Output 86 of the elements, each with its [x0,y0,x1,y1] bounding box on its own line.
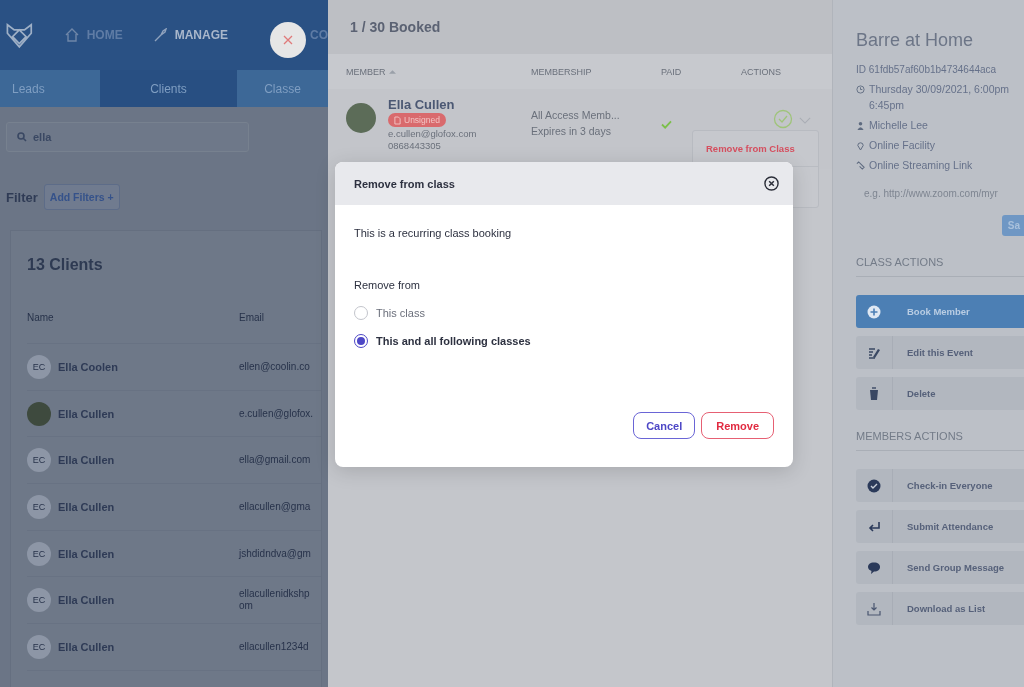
action-button[interactable]: Download as List [856,592,1024,625]
trash-icon [867,386,881,401]
link-icon [856,161,865,170]
house-icon [64,28,79,42]
client-name[interactable]: Ella Cullen [58,547,115,560]
clients-count: 13 Clients [27,256,104,274]
plus-circle-icon [867,304,881,319]
close-icon [283,35,293,45]
add-filters-button[interactable]: Add Filters + [43,184,120,210]
section-heading: CLASS ACTIONS [856,256,945,268]
action-button[interactable]: Send Group Message [856,551,1024,584]
document-icon [394,115,401,125]
check-in-icon[interactable] [773,109,793,129]
column-header: ACTIONS [741,66,781,77]
nav-link[interactable]: MANAGE [174,28,228,42]
client-email: ellacullenidkshp om [239,588,311,613]
tab[interactable]: Leads [0,70,100,107]
membership-name: All Access Memb... [531,109,621,121]
clock-icon [856,85,865,94]
download-icon [867,601,881,616]
column-header: MEMBERSHIP [531,66,592,77]
filter-label: Filter [6,189,38,205]
class-detail: Online Facility [869,139,935,151]
check-circle-icon [867,478,881,493]
booked-count: 1 / 30 Booked [328,0,832,54]
tab[interactable]: Classe [237,70,328,107]
avatar: EC [27,448,51,473]
dialog-message: This is a recurring class booking [354,227,513,239]
member-email: e.cullen@glofox.com [388,128,477,139]
avatar: EC [27,494,51,519]
client-email: ellen@coolin.co [239,360,311,373]
location-pin-icon [856,141,865,150]
chat-bubble-icon [867,560,881,575]
class-detail: 6:45pm [869,99,906,111]
avatar: EC [27,634,51,659]
return-arrow-icon [867,519,881,534]
column-header: PAID [661,66,682,77]
client-name[interactable]: Ella Cullen [58,640,115,653]
avatar: EC [27,354,51,379]
save-button[interactable]: Sa [1001,215,1024,236]
action-button[interactable]: Submit Attendance [856,510,1024,543]
action-button[interactable]: Check-in Everyone [856,469,1024,502]
client-name[interactable]: Ella Coolen [58,360,118,373]
close-icon[interactable] [764,176,779,191]
member-name[interactable]: Ella Cullen [388,97,455,112]
cancel-button[interactable]: Cancel [633,412,696,439]
column-header: MEMBER [346,66,386,77]
action-button[interactable]: Book Member [856,295,1024,328]
member-phone: 0868443305 [388,140,441,151]
action-button[interactable]: Edit this Event [856,336,1024,369]
sort-icon[interactable] [388,69,396,74]
avatar: EC [27,588,51,613]
client-email: jshdidndva@gm [239,547,312,560]
class-title: Barre at Home [856,30,975,51]
class-detail: Michelle Lee [869,119,928,131]
membership-expiry: Expires in 3 days [531,125,612,137]
remove-button[interactable]: Remove [701,412,774,439]
client-name[interactable]: Ella Cullen [58,594,115,607]
status-badge: Unsigned [388,113,446,127]
search-icon [17,132,27,142]
client-email: e.cullen@glofox. [239,407,315,420]
chevron-down-icon[interactable] [799,117,811,124]
client-email: ellacullen@gma [239,500,312,513]
class-detail: Thursday 30/09/2021, 6:00pm [869,83,1010,95]
wrench-icon [152,28,167,42]
photo-placeholder [346,103,376,133]
column-header: Email [239,312,265,323]
option-label[interactable]: This and all following classes [376,335,531,347]
client-email: ella@gmail.com [239,454,312,467]
client-name[interactable]: Ella Cullen [58,454,115,467]
class-detail: Online Streaming Link [869,159,973,171]
option-group-label: Remove from [354,279,422,291]
class-id: ID 61fdb57af60b1b4734644aca [856,64,998,75]
column-header: Name [27,312,55,323]
avatar: EC [27,541,51,566]
tab[interactable]: Clients [100,70,237,107]
client-name[interactable]: Ella Cullen [58,500,115,513]
dialog-title: Remove from class [354,177,455,190]
link-input-field[interactable]: e.g. http://www.zoom.com/myr [856,179,1024,208]
client-email: ellacullen1234d [239,640,310,653]
client-name[interactable]: Ella Cullen [58,407,115,420]
action-button[interactable]: Delete [856,377,1024,410]
person-icon [856,121,865,130]
pencil-icon [867,345,881,360]
option-label[interactable]: This class [376,307,425,319]
section-heading: MEMBERS ACTIONS [856,430,964,442]
